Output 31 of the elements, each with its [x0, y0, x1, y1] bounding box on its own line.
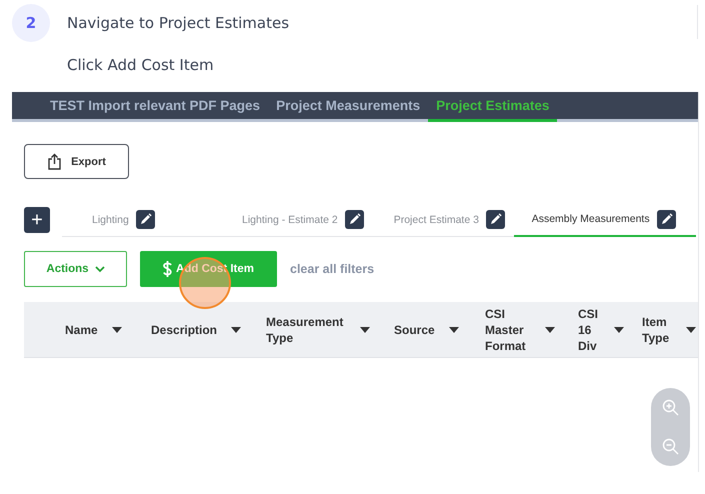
- sort-caret-icon[interactable]: [686, 326, 696, 332]
- step-instruction: Click Add Cost Item: [67, 56, 215, 74]
- column-header[interactable]: Name: [65, 322, 98, 338]
- pencil-icon[interactable]: [486, 210, 505, 229]
- estimate-tab[interactable]: Assembly Measurements: [514, 203, 696, 237]
- nav-tab[interactable]: TEST Import relevant PDF Pages: [42, 92, 268, 122]
- column-header[interactable]: CSI 16 Div: [578, 306, 600, 354]
- column-header[interactable]: CSI Master Format: [485, 306, 531, 354]
- sort-caret-icon[interactable]: [448, 326, 459, 332]
- nav-tab[interactable]: Project Estimates: [428, 92, 558, 122]
- pencil-icon[interactable]: [344, 210, 364, 229]
- export-label: Export: [71, 156, 106, 168]
- column-header[interactable]: Measurement Type: [266, 314, 346, 346]
- column-header[interactable]: Source: [394, 322, 435, 338]
- add-tab-button[interactable]: +: [24, 207, 50, 233]
- dollar-icon: [163, 261, 172, 277]
- column-header[interactable]: Item Type: [642, 314, 672, 346]
- sort-caret-icon[interactable]: [614, 326, 624, 332]
- pencil-icon[interactable]: [136, 210, 155, 229]
- sort-caret-icon[interactable]: [360, 326, 370, 332]
- chevron-down-icon: [94, 266, 105, 272]
- column-header[interactable]: Description: [151, 322, 218, 338]
- step-number: 2: [12, 4, 50, 42]
- pencil-icon[interactable]: [656, 210, 676, 228]
- sort-caret-icon[interactable]: [545, 326, 555, 332]
- step-title: Navigate to Project Estimates: [67, 14, 290, 32]
- nav-tab[interactable]: Project Measurements: [268, 92, 428, 122]
- export-button[interactable]: Export: [24, 144, 129, 179]
- sort-caret-icon[interactable]: [112, 326, 122, 332]
- sort-caret-icon[interactable]: [231, 326, 242, 332]
- share-icon: [47, 153, 62, 170]
